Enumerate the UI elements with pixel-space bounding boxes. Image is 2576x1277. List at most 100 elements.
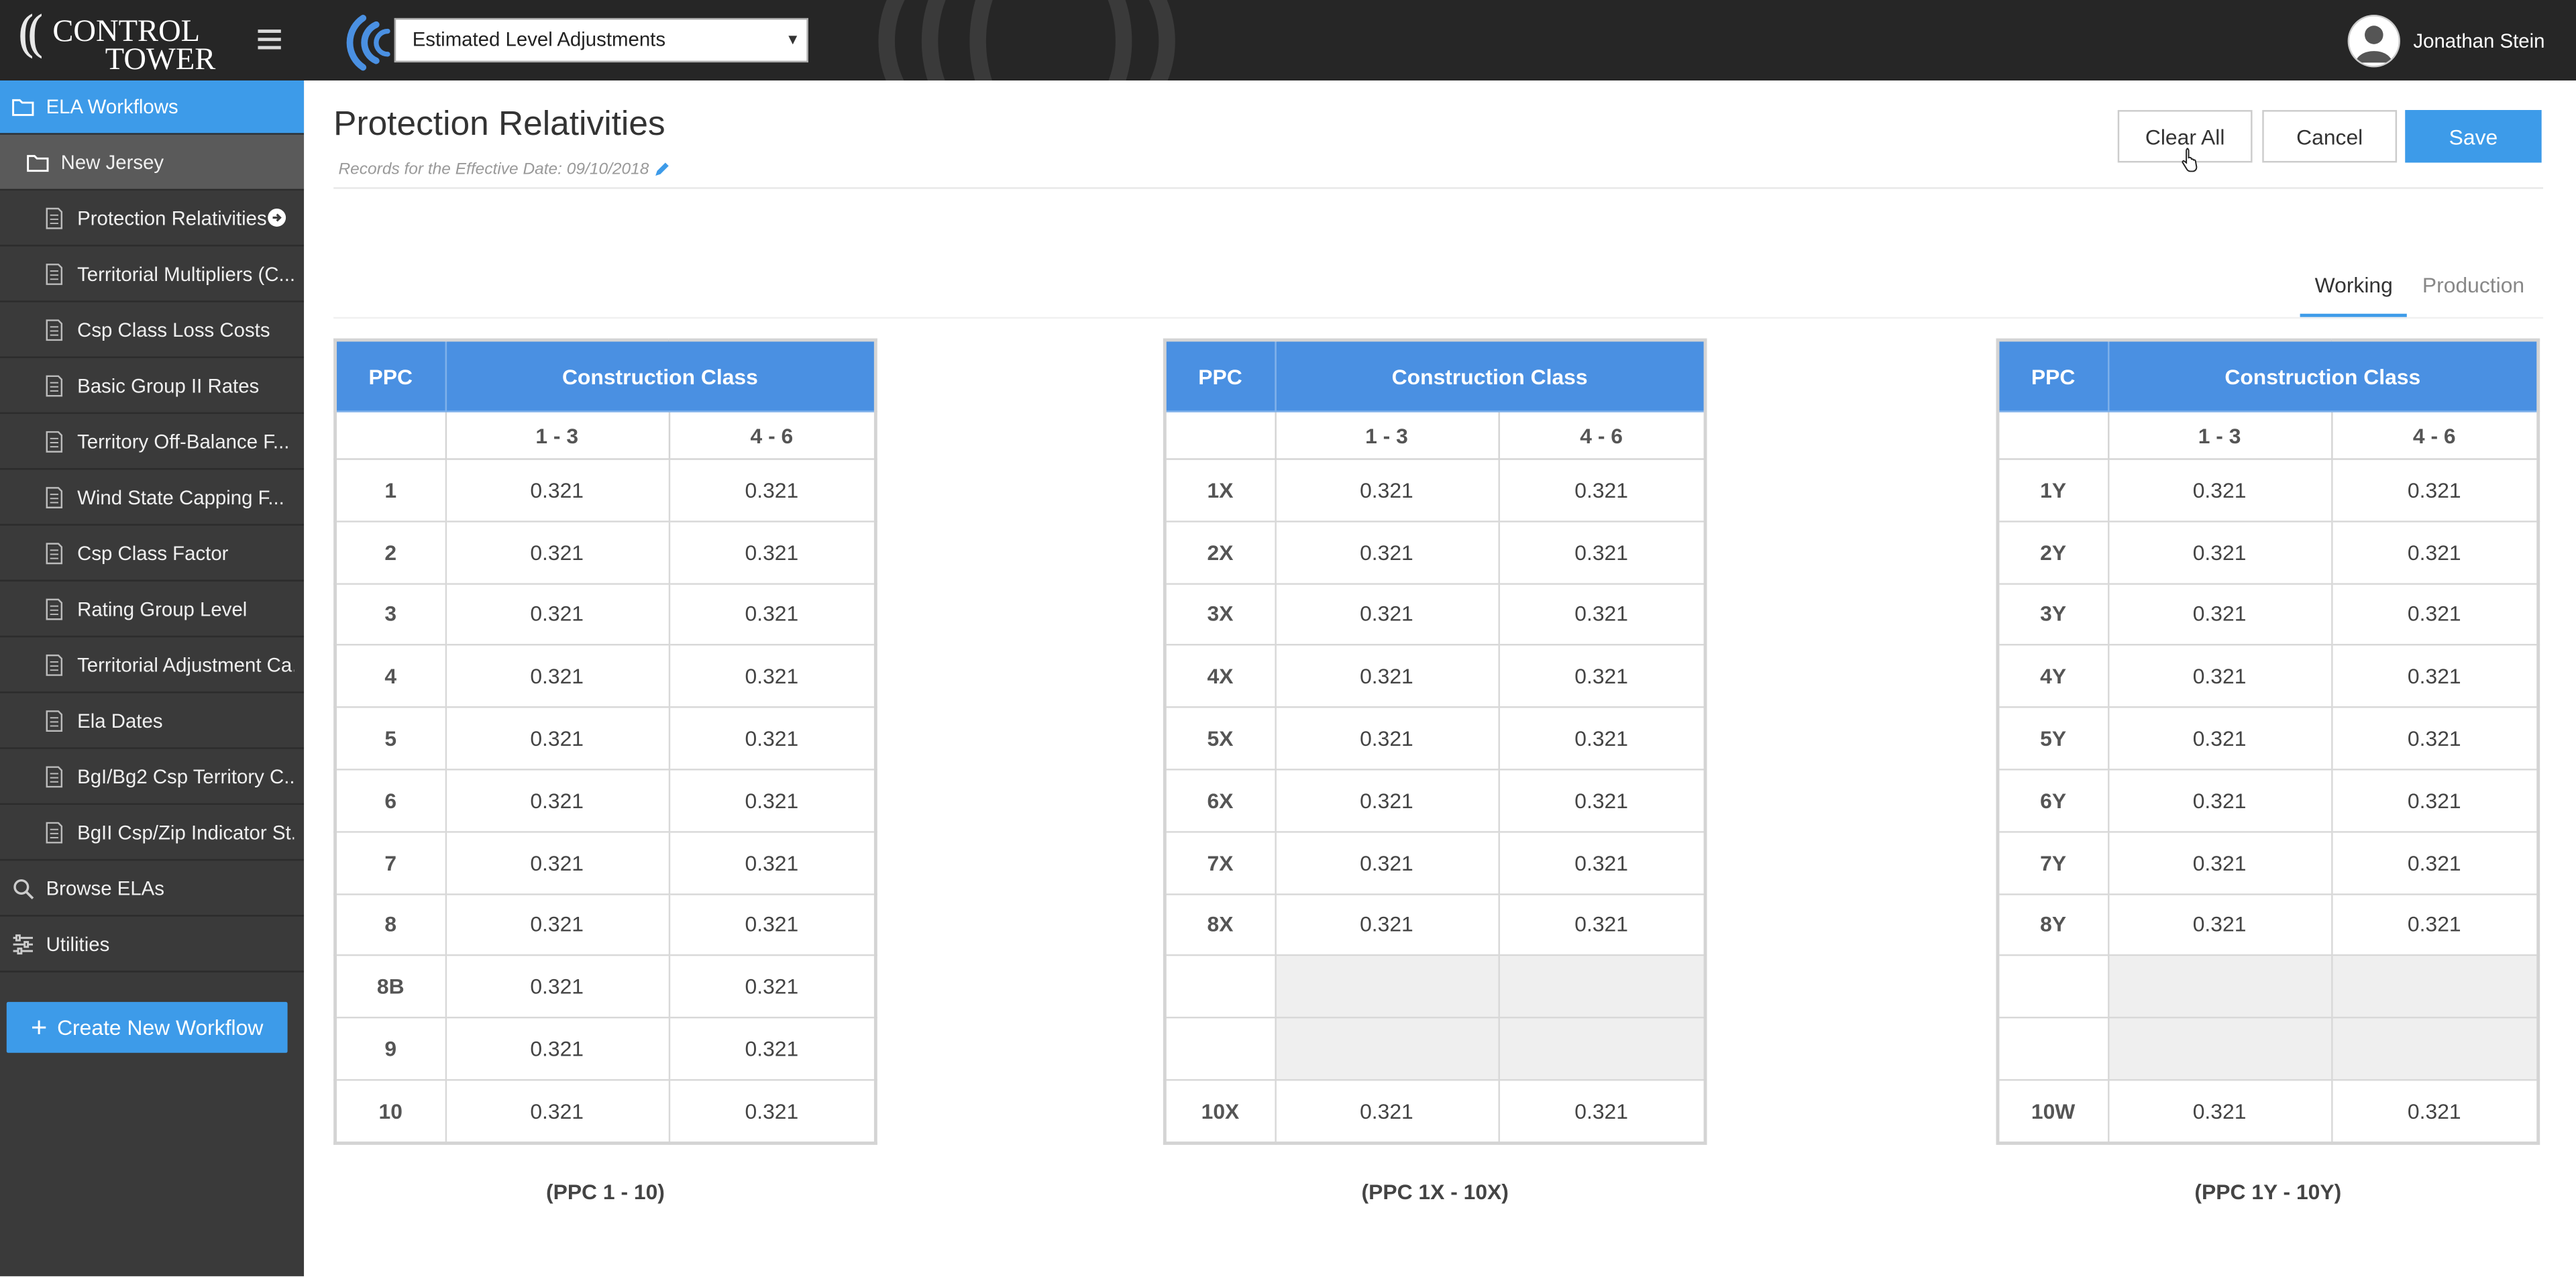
value-cell-4-6[interactable]: 0.321 bbox=[667, 769, 877, 833]
menu-icon[interactable] bbox=[258, 30, 281, 50]
sidebar-item-5[interactable]: Wind State Capping F... bbox=[0, 469, 305, 526]
tab-production[interactable]: Production bbox=[2408, 260, 2539, 319]
user-menu[interactable]: Jonathan Stein bbox=[2347, 15, 2545, 68]
value-cell-1-3[interactable]: 0.321 bbox=[444, 706, 669, 771]
construction-class-header: Construction Class bbox=[444, 339, 877, 412]
value-cell-4-6[interactable]: 0.321 bbox=[1497, 644, 1707, 708]
ppc-cell: 6 bbox=[334, 769, 446, 833]
ppc-cell: 5Y bbox=[1996, 706, 2109, 771]
value-cell-1-3[interactable]: 0.321 bbox=[444, 893, 669, 957]
cancel-button[interactable]: Cancel bbox=[2262, 110, 2398, 163]
sidebar-item-0[interactable]: Protection Relativities bbox=[0, 190, 305, 247]
value-cell-4-6[interactable]: 0.321 bbox=[1497, 893, 1707, 957]
value-cell-1-3[interactable]: 0.321 bbox=[2106, 893, 2332, 957]
value-cell-1-3[interactable]: 0.321 bbox=[444, 1017, 669, 1081]
value-cell-1-3[interactable]: 0.321 bbox=[444, 1078, 669, 1144]
tab-working[interactable]: Working bbox=[2300, 260, 2408, 319]
value-cell-4-6[interactable]: 0.321 bbox=[2330, 520, 2539, 584]
value-cell-1-3[interactable]: 0.321 bbox=[444, 954, 669, 1019]
value-cell-1-3[interactable]: 0.321 bbox=[1274, 706, 1499, 771]
control-tower-logo[interactable]: (( CONTROL TOWER bbox=[13, 7, 215, 77]
value-cell-4-6[interactable]: 0.321 bbox=[2330, 582, 2539, 647]
sidebar-item-label: Wind State Capping F... bbox=[77, 485, 284, 508]
value-cell-1-3[interactable]: 0.321 bbox=[2106, 458, 2332, 522]
save-button[interactable]: Save bbox=[2405, 110, 2542, 163]
value-cell-1-3 bbox=[2106, 954, 2332, 1019]
value-cell-4-6[interactable]: 0.321 bbox=[667, 893, 877, 957]
table-row: 6 0.321 0.321 bbox=[334, 769, 877, 833]
value-cell-4-6[interactable]: 0.321 bbox=[667, 706, 877, 771]
value-cell-1-3[interactable]: 0.321 bbox=[1274, 582, 1499, 647]
value-cell-4-6[interactable]: 0.321 bbox=[1497, 520, 1707, 584]
value-cell-1-3[interactable]: 0.321 bbox=[444, 458, 669, 522]
value-cell-1-3[interactable]: 0.321 bbox=[444, 582, 669, 647]
value-cell-4-6[interactable]: 0.321 bbox=[1497, 582, 1707, 647]
sidebar-item-6[interactable]: Csp Class Factor bbox=[0, 526, 305, 581]
sidebar-item-2[interactable]: Csp Class Loss Costs bbox=[0, 302, 305, 358]
value-cell-4-6[interactable]: 0.321 bbox=[1497, 830, 1707, 895]
value-cell-1-3[interactable]: 0.321 bbox=[1274, 520, 1499, 584]
value-cell-4-6[interactable]: 0.321 bbox=[1497, 706, 1707, 771]
sidebar-item-1[interactable]: Territorial Multipliers (C... bbox=[0, 246, 305, 302]
sidebar-item-ela-workflows[interactable]: ELA Workflows bbox=[0, 80, 305, 135]
value-cell-4-6[interactable]: 0.321 bbox=[667, 582, 877, 647]
value-cell-4-6[interactable]: 0.321 bbox=[2330, 893, 2539, 957]
value-cell-1-3[interactable]: 0.321 bbox=[2106, 644, 2332, 708]
value-cell-4-6[interactable]: 0.321 bbox=[667, 644, 877, 708]
table-row: 8 0.321 0.321 bbox=[334, 893, 877, 957]
value-cell-1-3[interactable]: 0.321 bbox=[444, 520, 669, 584]
value-cell-4-6[interactable]: 0.321 bbox=[2330, 458, 2539, 522]
sidebar-item-9[interactable]: Ela Dates bbox=[0, 693, 305, 749]
value-cell-1-3[interactable]: 0.321 bbox=[2106, 582, 2332, 647]
arrow-circle-icon[interactable] bbox=[268, 209, 286, 227]
value-cell-1-3[interactable]: 0.321 bbox=[1274, 830, 1499, 895]
value-cell-4-6[interactable]: 0.321 bbox=[667, 1017, 877, 1081]
table-row: 5 0.321 0.321 bbox=[334, 706, 877, 771]
value-cell-4-6[interactable]: 0.321 bbox=[667, 520, 877, 584]
hand-cursor-icon bbox=[2182, 148, 2198, 172]
value-cell-1-3[interactable]: 0.321 bbox=[444, 644, 669, 708]
sidebar-item-4[interactable]: Territory Off-Balance F... bbox=[0, 414, 305, 470]
value-cell-4-6[interactable]: 0.321 bbox=[667, 458, 877, 522]
value-cell-4-6[interactable]: 0.321 bbox=[667, 1078, 877, 1144]
value-cell-1-3[interactable]: 0.321 bbox=[1274, 458, 1499, 522]
table-row: 8Y 0.321 0.321 bbox=[1996, 893, 2539, 957]
value-cell-1-3[interactable]: 0.321 bbox=[2106, 520, 2332, 584]
value-cell-1-3[interactable]: 0.321 bbox=[2106, 706, 2332, 771]
sidebar-item-label: Csp Class Factor bbox=[77, 541, 229, 565]
value-cell-4-6[interactable]: 0.321 bbox=[2330, 644, 2539, 708]
value-cell-1-3[interactable]: 0.321 bbox=[1274, 769, 1499, 833]
value-cell-1-3[interactable]: 0.321 bbox=[2106, 830, 2332, 895]
value-cell-4-6[interactable]: 0.321 bbox=[2330, 706, 2539, 771]
create-new-workflow-button[interactable]: + Create New Workflow bbox=[6, 1001, 288, 1053]
sidebar-item-11[interactable]: BgII Csp/Zip Indicator St.. bbox=[0, 805, 305, 861]
value-cell-4-6[interactable]: 0.321 bbox=[667, 830, 877, 895]
sidebar-item-8[interactable]: Territorial Adjustment Ca.. bbox=[0, 637, 305, 693]
value-cell-1-3[interactable]: 0.321 bbox=[1274, 893, 1499, 957]
pencil-icon[interactable] bbox=[654, 162, 670, 178]
sidebar-item-utilities[interactable]: Utilities bbox=[0, 917, 305, 973]
value-cell-1-3[interactable]: 0.321 bbox=[1274, 644, 1499, 708]
value-cell-1-3[interactable]: 0.321 bbox=[1274, 1078, 1499, 1144]
sidebar-item-3[interactable]: Basic Group II Rates bbox=[0, 358, 305, 414]
sliders-icon bbox=[13, 934, 33, 954]
value-cell-1-3[interactable]: 0.321 bbox=[2106, 1078, 2332, 1144]
value-cell-4-6[interactable]: 0.321 bbox=[2330, 769, 2539, 833]
sidebar-item-new-jersey[interactable]: New Jersey bbox=[0, 134, 305, 191]
value-cell-1-3[interactable]: 0.321 bbox=[444, 830, 669, 895]
value-cell-4-6[interactable]: 0.321 bbox=[2330, 830, 2539, 895]
table-row: 8B 0.321 0.321 bbox=[334, 954, 877, 1019]
app-module-select[interactable]: Estimated Level Adjustments ▼ bbox=[394, 17, 808, 63]
value-cell-4-6[interactable]: 0.321 bbox=[1497, 769, 1707, 833]
sidebar-item-7[interactable]: Rating Group Level bbox=[0, 581, 305, 638]
sidebar-item-browse-elas[interactable]: Browse ELAs bbox=[0, 860, 305, 917]
value-cell-4-6[interactable]: 0.321 bbox=[1497, 458, 1707, 522]
value-cell-1-3[interactable]: 0.321 bbox=[444, 769, 669, 833]
value-cell-4-6[interactable]: 0.321 bbox=[667, 954, 877, 1019]
value-cell-1-3[interactable]: 0.321 bbox=[2106, 769, 2332, 833]
value-cell-4-6[interactable]: 0.321 bbox=[1497, 1078, 1707, 1144]
value-cell-4-6 bbox=[2330, 954, 2539, 1019]
dropdown-caret-icon: ▼ bbox=[785, 31, 800, 48]
sidebar-item-10[interactable]: BgI/Bg2 Csp Territory C.. bbox=[0, 749, 305, 806]
value-cell-4-6[interactable]: 0.321 bbox=[2330, 1078, 2539, 1144]
